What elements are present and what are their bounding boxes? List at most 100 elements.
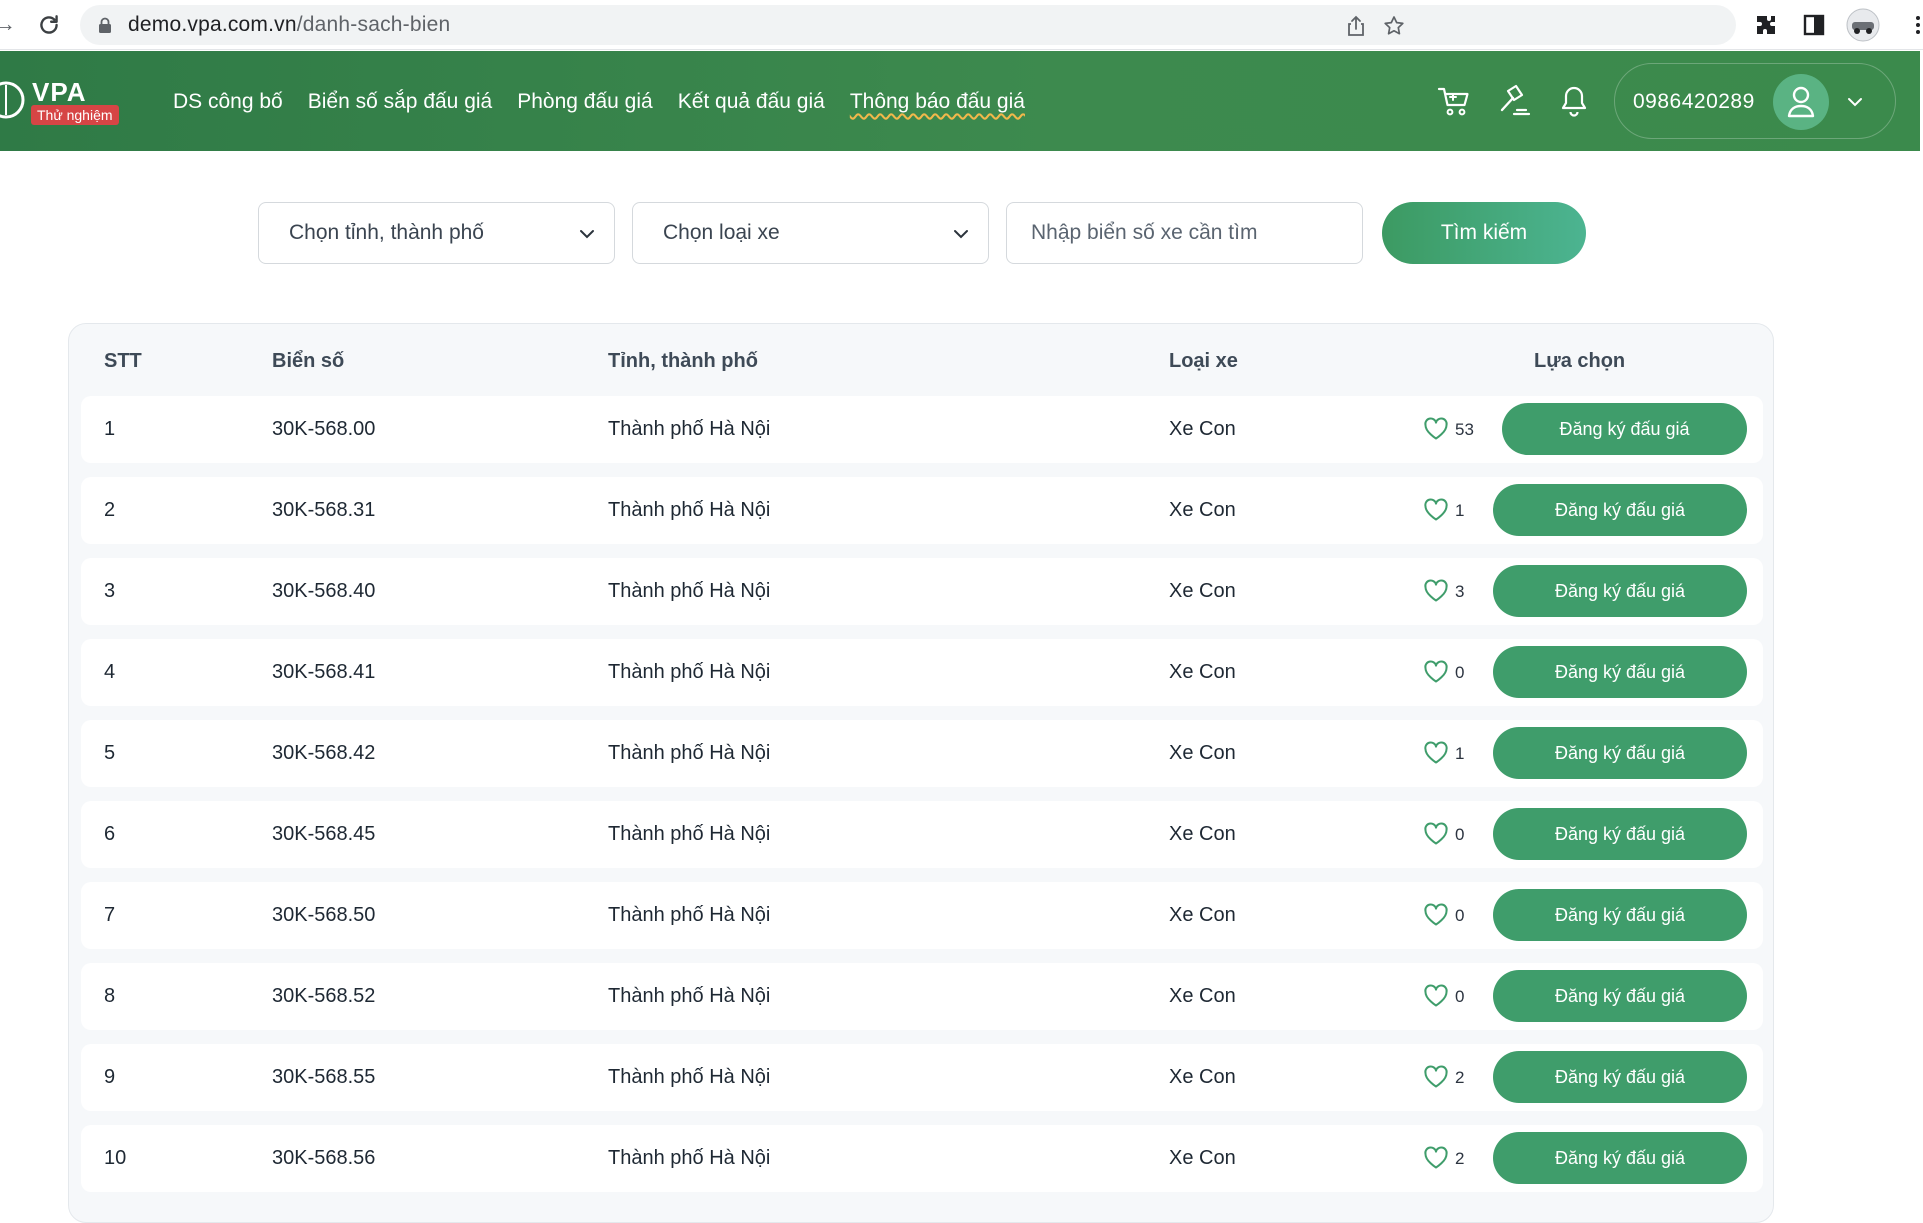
row-stt: 5 — [104, 742, 116, 764]
like-count: 53 — [1455, 420, 1474, 439]
row-province: Thành phố Hà Nội — [608, 499, 771, 521]
row-vehicle-type: Xe Con — [1169, 1147, 1236, 1169]
search-button[interactable]: Tìm kiếm — [1382, 202, 1586, 264]
side-panel-icon[interactable] — [1802, 13, 1826, 37]
like-count: 3 — [1455, 582, 1465, 601]
table-row: 4 30K-568.41 Thành phố Hà Nội Xe Con 0 Đăng k… — [81, 639, 1763, 706]
register-auction-button[interactable]: Đăng ký đấu giá — [1493, 727, 1747, 779]
heart-icon[interactable] — [1423, 498, 1449, 522]
lock-icon — [99, 17, 111, 33]
chevron-down-icon — [580, 230, 594, 239]
reload-icon[interactable] — [36, 12, 62, 38]
nav-auction-results[interactable]: Kết quả đấu giá — [678, 85, 825, 119]
url-host: demo.vpa.com.vn — [128, 13, 297, 36]
plates-table: STT Biển số Tỉnh, thành phố Loại xe Lựa … — [68, 323, 1774, 1223]
header-vehicle-type: Loại xe — [1169, 350, 1238, 372]
heart-icon[interactable] — [1423, 1146, 1449, 1170]
avatar[interactable] — [1773, 74, 1829, 130]
register-auction-button[interactable]: Đăng ký đấu giá — [1493, 646, 1747, 698]
nav-announced-list[interactable]: DS công bố — [173, 85, 283, 119]
vehicle-type-select[interactable]: Chọn loại xe — [632, 202, 989, 264]
browser-toolbar: → demo.vpa.com.vn/danh-sach-bien — [0, 0, 1923, 50]
row-vehicle-type: Xe Con — [1169, 661, 1236, 683]
table-row: 5 30K-568.42 Thành phố Hà Nội Xe Con 1 Đăng k… — [81, 720, 1763, 787]
header-plate: Biển số — [272, 350, 345, 372]
user-icon — [1787, 86, 1815, 118]
row-vehicle-type: Xe Con — [1169, 580, 1236, 602]
heart-icon[interactable] — [1423, 741, 1449, 765]
heart-icon[interactable] — [1423, 1065, 1449, 1089]
address-bar[interactable]: demo.vpa.com.vn/danh-sach-bien — [80, 5, 1736, 45]
register-auction-button[interactable]: Đăng ký đấu giá — [1493, 970, 1747, 1022]
row-plate: 30K-568.41 — [272, 661, 376, 683]
account-menu[interactable]: 0986420289 — [1614, 63, 1896, 139]
row-vehicle-type: Xe Con — [1169, 499, 1236, 521]
header-stt: STT — [104, 350, 142, 372]
header-province: Tỉnh, thành phố — [608, 350, 758, 372]
like-count: 0 — [1455, 825, 1465, 844]
register-auction-button[interactable]: Đăng ký đấu giá — [1493, 889, 1747, 941]
like-count: 2 — [1455, 1068, 1465, 1087]
vehicle-type-select-value: Chọn loại xe — [663, 221, 780, 244]
row-province: Thành phố Hà Nội — [608, 985, 771, 1007]
heart-icon[interactable] — [1423, 660, 1449, 684]
logo-text[interactable]: VPA — [32, 77, 87, 108]
logo-emblem-icon[interactable] — [0, 77, 26, 123]
row-stt: 7 — [104, 904, 116, 926]
chevron-down-icon — [954, 230, 968, 239]
register-auction-button[interactable]: Đăng ký đấu giá — [1493, 565, 1747, 617]
star-icon[interactable] — [1382, 14, 1406, 38]
nav-auction-room[interactable]: Phòng đấu giá — [517, 85, 652, 119]
gavel-icon[interactable] — [1496, 83, 1532, 119]
register-auction-button[interactable]: Đăng ký đấu giá — [1493, 1051, 1747, 1103]
beta-badge: Thử nghiệm — [31, 105, 119, 125]
nav-upcoming-plates[interactable]: Biển số sắp đấu giá — [308, 85, 492, 119]
row-stt: 1 — [104, 418, 116, 440]
row-stt: 3 — [104, 580, 116, 602]
register-auction-button[interactable]: Đăng ký đấu giá — [1493, 484, 1747, 536]
row-stt: 10 — [104, 1147, 127, 1169]
forward-arrow-icon[interactable]: → — [0, 12, 18, 36]
row-vehicle-type: Xe Con — [1169, 985, 1236, 1007]
row-vehicle-type: Xe Con — [1169, 418, 1236, 440]
url-text: demo.vpa.com.vn/danh-sach-bien — [128, 5, 450, 45]
plate-search-box[interactable] — [1006, 202, 1363, 264]
row-province: Thành phố Hà Nội — [608, 742, 771, 764]
menu-dots-icon[interactable] — [1906, 13, 1923, 37]
heart-icon[interactable] — [1423, 822, 1449, 846]
register-auction-button[interactable]: Đăng ký đấu giá — [1502, 403, 1747, 455]
row-plate: 30K-568.42 — [272, 742, 376, 764]
heart-icon[interactable] — [1423, 417, 1449, 441]
like-count: 0 — [1455, 663, 1465, 682]
header-actions: Lựa chọn — [1534, 350, 1626, 372]
bell-icon[interactable] — [1556, 83, 1592, 119]
province-select[interactable]: Chọn tỉnh, thành phố — [258, 202, 615, 264]
row-stt: 8 — [104, 985, 116, 1007]
register-auction-button[interactable]: Đăng ký đấu giá — [1493, 808, 1747, 860]
table-row: 10 30K-568.56 Thành phố Hà Nội Xe Con 2 Đăng … — [81, 1125, 1763, 1192]
profile-avatar-icon[interactable] — [1846, 8, 1880, 42]
heart-icon[interactable] — [1423, 984, 1449, 1008]
like-count: 2 — [1455, 1149, 1465, 1168]
cart-icon[interactable] — [1436, 83, 1472, 119]
row-stt: 2 — [104, 499, 116, 521]
table-row: 1 30K-568.00 Thành phố Hà Nội Xe Con 53 Đăng … — [81, 396, 1763, 463]
plate-search-input[interactable] — [1031, 203, 1351, 262]
like-count: 1 — [1455, 501, 1465, 520]
row-province: Thành phố Hà Nội — [608, 1147, 771, 1169]
row-province: Thành phố Hà Nội — [608, 661, 771, 683]
heart-icon[interactable] — [1423, 579, 1449, 603]
row-plate: 30K-568.31 — [272, 499, 376, 521]
nav-auction-notices[interactable]: Thông báo đấu giá — [850, 85, 1025, 119]
row-vehicle-type: Xe Con — [1169, 1066, 1236, 1088]
share-icon[interactable] — [1344, 14, 1368, 38]
row-province: Thành phố Hà Nội — [608, 580, 771, 602]
extensions-puzzle-icon[interactable] — [1754, 13, 1778, 37]
like-count: 1 — [1455, 744, 1465, 763]
heart-icon[interactable] — [1423, 903, 1449, 927]
row-province: Thành phố Hà Nội — [608, 904, 771, 926]
table-row: 7 30K-568.50 Thành phố Hà Nội Xe Con 0 Đăng k… — [81, 882, 1763, 949]
chevron-down-icon[interactable] — [1843, 90, 1867, 114]
register-auction-button[interactable]: Đăng ký đấu giá — [1493, 1132, 1747, 1184]
row-vehicle-type: Xe Con — [1169, 742, 1236, 764]
